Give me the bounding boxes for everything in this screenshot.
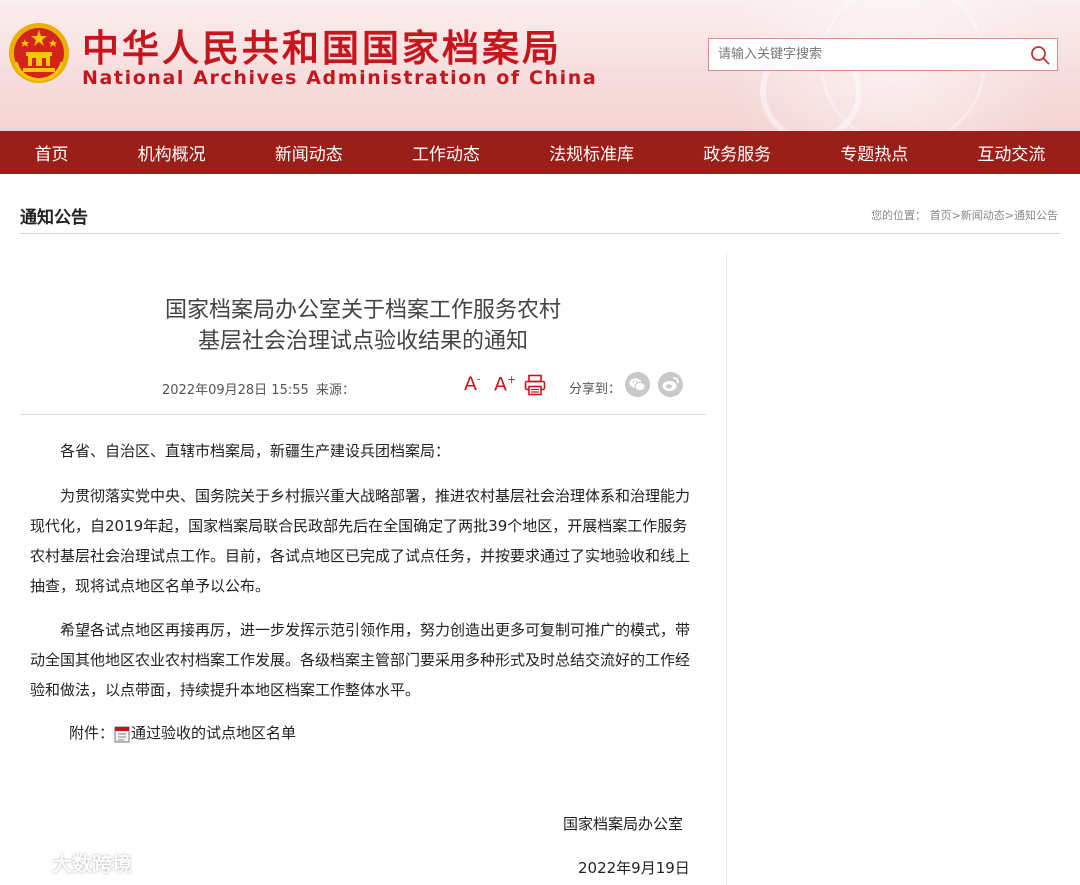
site-title-en[interactable]: National Archives Administration of Chin…: [82, 67, 597, 89]
article-paragraph-1: 为贯彻落实党中央、国务院关于乡村振兴重大战略部署，推进农村基层社会治理体系和治理…: [30, 487, 691, 595]
breadcrumb-prefix: 您的位置：: [871, 209, 927, 222]
font-decrease-label: A: [464, 373, 477, 395]
salutation-text: 各省、自治区、直辖市档案局，新疆生产建设兵团档案局：: [60, 442, 451, 460]
breadcrumb: 您的位置： 首页>新闻动态>通知公告: [871, 207, 1058, 223]
print-icon[interactable]: [524, 374, 546, 396]
main-nav: 首页 机构概况 新闻动态 工作动态 法规标准库 政务服务 专题热点 互动交流: [0, 131, 1080, 174]
nav-item-organization[interactable]: 机构概况: [138, 140, 206, 165]
signature-date: 2022年9月19日: [578, 859, 690, 877]
article-title: 国家档案局办公室关于档案工作服务农村 基层社会治理试点验收结果的通知: [20, 295, 706, 357]
search-icon[interactable]: [1029, 44, 1051, 66]
attachment-link[interactable]: 通过验收的试点地区名单: [131, 724, 296, 742]
watermark-text: 大数跨境: [52, 852, 132, 876]
share-label: 分享到：: [569, 382, 622, 397]
nav-item-topics[interactable]: 专题热点: [840, 140, 908, 165]
file-icon: [114, 726, 130, 743]
article-title-line: 基层社会治理试点验收结果的通知: [197, 329, 528, 354]
article-date: 2022年09月28日 15:55: [162, 383, 309, 398]
breadcrumb-notices[interactable]: 通知公告: [1014, 209, 1058, 222]
search-input[interactable]: [709, 39, 1018, 70]
nav-item-regulations[interactable]: 法规标准库: [549, 140, 634, 165]
wechat-icon[interactable]: [625, 372, 650, 397]
site-title-cn[interactable]: 中华人民共和国国家档案局: [82, 18, 562, 72]
breadcrumb-news[interactable]: 新闻动态: [961, 209, 1005, 222]
weibo-icon[interactable]: [658, 372, 683, 397]
font-increase-label: A: [494, 373, 507, 396]
national-emblem-icon[interactable]: [8, 22, 70, 84]
column-divider: [726, 252, 727, 885]
nav-item-interaction[interactable]: 互动交流: [977, 140, 1045, 165]
article-header-divider: [20, 414, 706, 415]
font-decrease-button[interactable]: A-: [464, 373, 481, 395]
watermark-logo-icon: [10, 854, 49, 869]
attachment-label: 附件：: [69, 724, 115, 742]
breadcrumb-separator: >: [951, 209, 961, 222]
section-title: 通知公告: [20, 208, 88, 228]
site-header: 中华人民共和国国家档案局 National Archives Administr…: [0, 0, 1080, 131]
breadcrumb-home[interactable]: 首页: [930, 209, 952, 222]
article-paragraph-2: 希望各试点地区再接再厉，进一步发挥示范引领作用，努力创造出更多可复制可推广的模式…: [30, 621, 691, 699]
section-divider: [20, 233, 1060, 234]
search-box: [708, 38, 1058, 71]
font-increase-button[interactable]: A+: [494, 373, 516, 395]
nav-item-work[interactable]: 工作动态: [412, 140, 480, 165]
article-title-line: 国家档案局办公室关于档案工作服务农村: [164, 298, 561, 323]
nav-item-home[interactable]: 首页: [35, 140, 69, 165]
signature-organization: 国家档案局办公室: [563, 815, 684, 833]
nav-item-news[interactable]: 新闻动态: [275, 140, 343, 165]
article-source-label: 来源：: [316, 383, 356, 398]
watermark: 大数跨境: [8, 848, 132, 877]
attachment: 附件： 通过验收的试点地区名单: [69, 722, 296, 743]
breadcrumb-separator: >: [1004, 209, 1014, 222]
article-salutation: 各省、自治区、直辖市档案局，新疆生产建设兵团档案局：: [30, 436, 702, 466]
nav-item-services[interactable]: 政务服务: [703, 140, 771, 165]
